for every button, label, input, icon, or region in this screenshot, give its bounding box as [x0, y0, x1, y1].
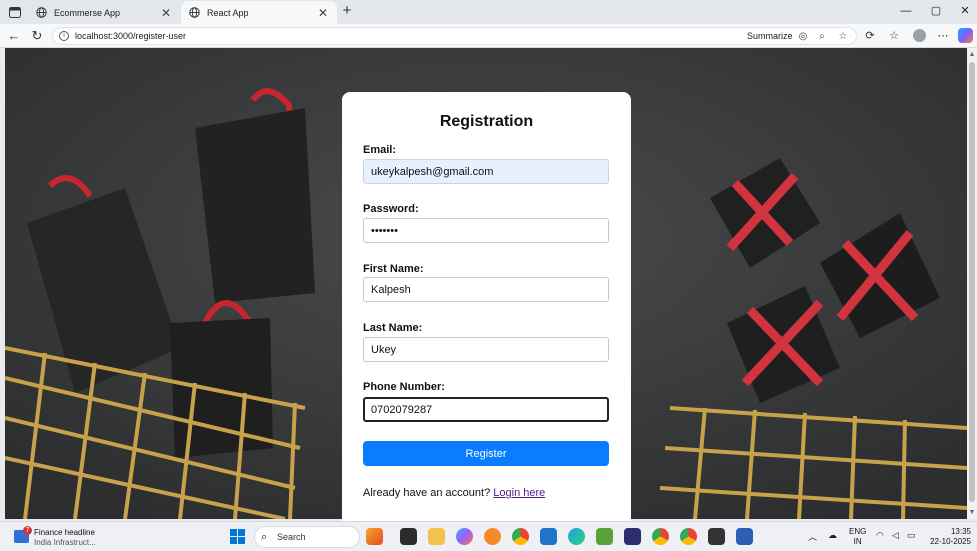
login-link[interactable]: Login here — [493, 487, 545, 499]
more-menu-icon[interactable]: ⋯ — [935, 28, 951, 44]
tab-strip: Ecommerse App ✕ React App ✕ + — ▢ ✕ — [0, 0, 977, 24]
task-view-icon[interactable] — [400, 528, 417, 545]
tab-title: React App — [207, 7, 249, 18]
battery-icon[interactable]: ▭ — [907, 530, 916, 541]
address-bar-row: ← ↻ i localhost:3000/register-user Summa… — [0, 24, 977, 48]
address-bar[interactable]: i localhost:3000/register-user Summarize… — [52, 27, 857, 45]
chrome-profile-icon[interactable] — [680, 528, 697, 545]
phone-number-field[interactable] — [363, 397, 609, 422]
first-name-field[interactable] — [363, 277, 609, 302]
chrome-icon[interactable] — [512, 528, 529, 545]
chevron-up-icon[interactable]: ︿ — [808, 530, 817, 543]
pinned-app-icon[interactable] — [366, 528, 383, 545]
scroll-up-icon[interactable]: ▲ — [968, 51, 976, 59]
region-code: IN — [853, 537, 862, 546]
registration-card: Registration Email: Password: First Name… — [342, 92, 631, 532]
taskbar-search[interactable]: ⌕ Search — [254, 526, 360, 548]
globe-icon — [36, 7, 47, 18]
translate-icon[interactable]: ◎ — [797, 31, 809, 43]
news-title: Finance headline — [34, 528, 95, 537]
news-badge: 7 — [23, 526, 32, 535]
volume-icon[interactable]: ◁ — [892, 530, 899, 541]
pinned-app-icon[interactable] — [624, 528, 641, 545]
last-name-field[interactable] — [363, 337, 609, 362]
start-button-icon[interactable] — [230, 529, 245, 544]
file-explorer-icon[interactable] — [428, 528, 445, 545]
maximize-icon[interactable]: ▢ — [929, 4, 943, 18]
system-clock[interactable]: 13:35 22-10-2025 — [926, 527, 971, 547]
first-name-label: First Name: — [363, 263, 424, 275]
profile-avatar[interactable] — [913, 29, 926, 42]
copilot-icon[interactable] — [958, 28, 973, 43]
extensions-icon[interactable]: ⟳ — [862, 28, 878, 44]
globe-icon — [189, 7, 200, 18]
back-arrow-icon[interactable]: ← — [6, 28, 22, 44]
tab-title: Ecommerse App — [54, 7, 121, 18]
scroll-thumb[interactable] — [969, 62, 975, 502]
news-widget[interactable]: 7 Finance headline India Infrastruct... — [14, 526, 124, 548]
email-field[interactable] — [363, 159, 609, 184]
phone-number-label: Phone Number: — [363, 381, 445, 393]
language-code: ENG — [849, 527, 867, 536]
login-prompt: Already have an account? Login here — [363, 487, 545, 499]
chrome-profile-icon[interactable] — [652, 528, 669, 545]
tab-react-app[interactable]: React App ✕ — [181, 1, 337, 24]
read-aloud-icon[interactable]: ⌕ — [816, 31, 828, 43]
terminal-icon[interactable] — [708, 528, 725, 545]
login-prompt-text: Already have an account? — [363, 487, 491, 499]
favorites-icon[interactable]: ☆ — [886, 28, 902, 44]
close-window-icon[interactable]: ✕ — [958, 4, 972, 18]
clock-date: 22-10-2025 — [930, 537, 971, 546]
pinned-app-icon[interactable] — [484, 528, 501, 545]
word-icon[interactable] — [736, 528, 753, 545]
copilot-app-icon[interactable] — [456, 528, 473, 545]
summarize-button[interactable]: Summarize — [747, 31, 793, 41]
last-name-label: Last Name: — [363, 322, 423, 334]
page-scrollbar[interactable]: ▲ ▼ — [967, 48, 977, 519]
site-info-icon[interactable]: i — [59, 31, 69, 41]
windows-taskbar: 7 Finance headline India Infrastruct... … — [0, 521, 977, 551]
refresh-icon[interactable]: ↻ — [29, 28, 45, 44]
news-subtitle: India Infrastruct... — [34, 538, 96, 547]
close-tab-icon[interactable]: ✕ — [317, 6, 329, 20]
edge-icon[interactable] — [568, 528, 585, 545]
clock-time: 13:35 — [950, 527, 971, 536]
language-indicator[interactable]: ENG IN — [849, 527, 866, 547]
password-field[interactable] — [363, 218, 609, 243]
scroll-down-icon[interactable]: ▼ — [968, 509, 976, 517]
email-label: Email: — [363, 144, 397, 156]
close-tab-icon[interactable]: ✕ — [160, 6, 172, 20]
url-text[interactable]: localhost:3000/register-user — [75, 31, 186, 41]
form-title: Registration — [439, 113, 534, 130]
new-tab-button[interactable]: + — [340, 3, 354, 19]
vscode-icon[interactable] — [540, 528, 557, 545]
pinned-app-icon[interactable] — [596, 528, 613, 545]
search-icon: ⌕ — [261, 531, 268, 543]
wifi-icon[interactable]: ◠ — [876, 530, 884, 541]
search-placeholder: Search — [277, 532, 306, 542]
cloud-icon[interactable]: ☁ — [828, 530, 837, 541]
password-label: Password: — [363, 203, 419, 215]
tab-actions-icon[interactable] — [6, 4, 24, 20]
favorite-star-icon[interactable]: ☆ — [837, 31, 849, 43]
minimize-icon[interactable]: — — [899, 4, 913, 18]
tab-ecommerse-app[interactable]: Ecommerse App ✕ — [28, 1, 180, 24]
register-button[interactable]: Register — [363, 441, 609, 466]
